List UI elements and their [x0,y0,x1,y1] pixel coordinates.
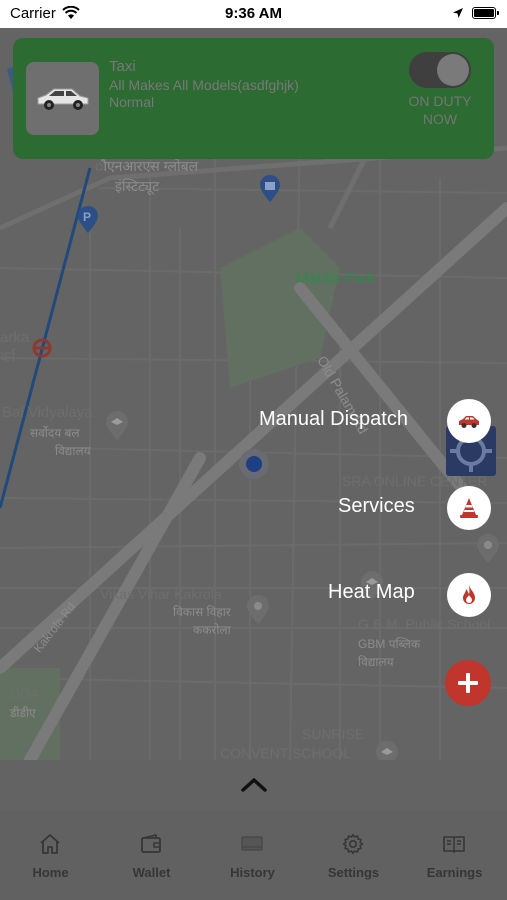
school-pin-icon[interactable] [105,411,129,441]
metro-station-icon[interactable] [32,338,52,358]
car-icon [459,416,479,428]
heat-map-button[interactable] [447,573,491,617]
vehicle-make-model: All Makes All Models(asdfghjk) [109,77,299,93]
current-location-dot [239,449,269,479]
map-label: DDA [10,686,40,702]
tab-wallet[interactable]: Wallet [101,810,202,900]
tab-label: Wallet [132,865,171,880]
earnings-icon [443,836,465,853]
map-label: Vikas Vihar Kakrola [100,586,222,602]
map-label-park: Mahila Park [296,270,376,287]
duty-toggle[interactable] [409,52,471,88]
location-arrow-icon [453,8,463,18]
tab-home[interactable]: Home [0,810,101,900]
fab-add-button[interactable] [445,660,491,706]
car-icon [37,88,89,110]
map-label: विद्यालय [55,444,91,458]
vehicle-thumbnail [26,62,99,135]
map-label: G.B.M. Public School [358,616,491,632]
manual-dispatch-label[interactable]: Manual Dispatch [259,408,408,431]
vehicle-duty-card: Taxi All Makes All Models(asdfghjk) Norm… [13,38,494,159]
map-label: Bal Vidyalaya [2,404,93,421]
map-label: SUNRISE [302,726,365,742]
tab-settings[interactable]: Settings [303,810,404,900]
tab-label: History [230,865,275,880]
location-pin-icon[interactable] [246,595,270,625]
school-pin-icon[interactable] [375,740,399,760]
tab-label: Home [32,865,69,880]
map-label: CONVENT SCHOOL [220,745,352,760]
map-label: इंस्टिट्यूट [115,178,160,194]
gear-icon [342,833,364,855]
map-label: विद्यालय [358,655,394,669]
wallet-icon [141,833,161,853]
tab-history[interactable]: History [202,810,303,900]
service-level: Normal [109,94,155,110]
status-time: 9:36 AM [225,5,282,22]
map-label: ककरोला [193,623,231,637]
status-bar: Carrier 9:36 AM [0,0,507,28]
tab-bar: Home Wallet History Settings Earnings [0,810,507,900]
shopping-pin-icon[interactable] [259,175,281,203]
manual-dispatch-button[interactable] [447,399,491,443]
map-label: सर्वोदय बल [30,426,80,440]
map-label: arka [0,329,30,346]
vehicle-type: Taxi [109,58,136,75]
home-icon [40,834,60,854]
map-label: र्का [0,349,16,366]
flame-icon [463,585,475,604]
map-label: GBM पब्लिक [358,637,421,651]
heat-map-label[interactable]: Heat Map [328,581,415,604]
tab-label: Settings [327,865,380,880]
battery-icon [472,7,499,19]
toggle-knob [437,54,469,86]
tab-earnings[interactable]: Earnings [404,810,505,900]
location-pin-icon[interactable] [476,534,500,564]
tab-label: Earnings [426,865,483,880]
map-label: डीडीए [10,706,36,720]
parking-pin-icon[interactable]: P [77,206,99,234]
history-icon [241,836,263,851]
services-label[interactable]: Services [338,495,415,518]
map-label: विकास विहार [173,605,231,619]
traffic-cone-icon [460,498,478,518]
svg-text:P: P [83,210,91,224]
duty-status-label: ON DUTY NOW [408,93,472,127]
services-button[interactable] [447,486,491,530]
chevron-up-icon[interactable] [240,775,268,795]
map-label: ौएनआरएस ग्लोबल [95,158,199,174]
